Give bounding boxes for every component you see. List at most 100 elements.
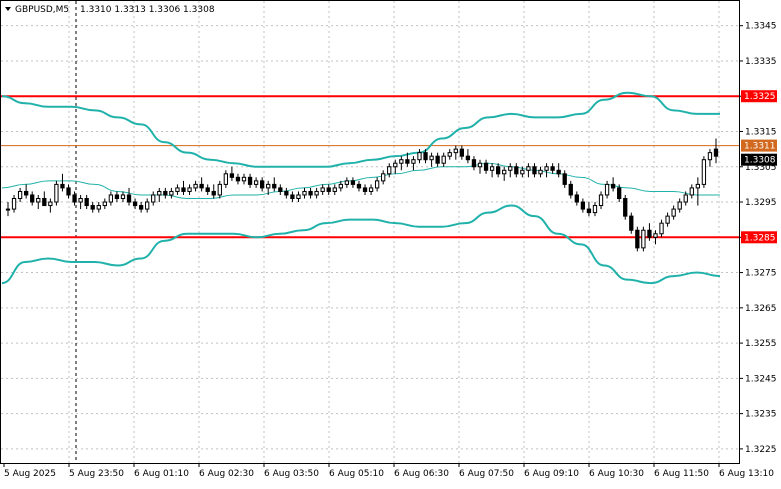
- x-tick-label: 6 Aug 13:10: [719, 469, 774, 479]
- candle-body-bull: [707, 152, 713, 161]
- candle-body-bear: [60, 183, 65, 189]
- candle-body-bear: [114, 194, 120, 199]
- candle-body-bull: [502, 169, 507, 175]
- candle-body-bull: [17, 190, 23, 199]
- price-line-badge: 1.3311: [744, 142, 776, 152]
- candle-body-bull: [338, 183, 343, 189]
- candle-body-bull: [411, 159, 416, 164]
- candle-body-bear: [629, 215, 634, 231]
- candle-body-bull: [393, 162, 398, 168]
- candle-body-bear: [24, 190, 29, 196]
- candle-body-bear: [562, 173, 567, 185]
- candle-body-bear: [308, 190, 313, 196]
- candle-body-bull: [665, 215, 670, 224]
- candle-body-bear: [132, 201, 138, 207]
- candle-body-bull: [175, 187, 180, 192]
- candle-body-bear: [586, 208, 592, 214]
- candle-body-bear: [229, 173, 235, 178]
- symbol-label: GBPUSD,M5: [15, 5, 69, 15]
- candle-body-bear: [260, 180, 265, 189]
- candle-body-bear: [90, 205, 95, 210]
- candle-body-bear: [126, 194, 132, 203]
- candle-body-bear: [326, 187, 331, 192]
- candle: [623, 194, 628, 220]
- candle-body-bull: [671, 208, 676, 217]
- candle-body-bull: [701, 159, 707, 185]
- candle-body-bull: [266, 183, 271, 189]
- candle: [629, 212, 634, 234]
- ohlc-values: 1.3310 1.3313 1.3306 1.3308: [80, 5, 215, 15]
- candle-body-bull: [5, 208, 11, 211]
- y-tick-label: 1.3265: [745, 304, 777, 314]
- level-badge: 1.3285: [744, 233, 776, 243]
- candle-body-bull: [453, 148, 458, 154]
- candle: [635, 226, 640, 252]
- candle-body-bear: [617, 187, 622, 199]
- candle-body-bear: [568, 183, 573, 196]
- candle-body-bear: [471, 159, 477, 168]
- candle-body-bear: [362, 187, 368, 192]
- candle-body-bear: [278, 187, 283, 192]
- candle-body-bear: [290, 194, 295, 199]
- candle-body-bull: [689, 187, 694, 196]
- x-tick-label: 6 Aug 01:10: [134, 469, 189, 479]
- candle-body-bear: [211, 190, 216, 196]
- time-axis[interactable]: 5 Aug 2025 5 Aug 23:50 6 Aug 01:10 6 Aug 02…: [3, 463, 774, 479]
- y-tick-label: 1.3295: [745, 198, 777, 208]
- candle-body-bull: [320, 187, 325, 192]
- candle-body-bull: [641, 229, 646, 249]
- candle-body-bull: [54, 183, 59, 203]
- y-tick-label: 1.3275: [745, 269, 777, 279]
- candle-body-bear: [635, 229, 640, 249]
- candle-body-bear: [459, 148, 464, 157]
- candle-body-bear: [284, 190, 289, 196]
- candle-body-bear: [356, 183, 362, 189]
- candle-body-bull: [695, 183, 700, 189]
- candle-body-bull: [520, 169, 525, 175]
- candle-body-bull: [151, 194, 156, 203]
- plot-area[interactable]: [0, 0, 740, 464]
- chart-window[interactable]: 1.33451.33351.33251.33151.33051.32951.32…: [0, 0, 781, 489]
- candle-body-bull: [223, 173, 228, 185]
- candle-body-bear: [580, 201, 586, 210]
- candle-body-bear: [610, 183, 616, 189]
- candle-body-bull: [344, 180, 350, 185]
- candle-body-bear: [713, 148, 719, 157]
- y-tick-label: 1.3255: [745, 339, 777, 349]
- x-tick-label: 6 Aug 03:50: [264, 469, 319, 479]
- candle-body-bull: [489, 166, 495, 171]
- candle-body-bull: [169, 190, 174, 196]
- candle-body-bull: [441, 155, 446, 164]
- candle-body-bull: [538, 169, 543, 175]
- price-chart[interactable]: 1.33451.33351.33251.33151.33051.32951.32…: [0, 0, 781, 489]
- x-tick-label: 6 Aug 06:30: [394, 469, 449, 479]
- candle-body-bull: [653, 233, 658, 238]
- candle-body-bull: [659, 222, 664, 235]
- candle-body-bull: [48, 201, 53, 207]
- candle-body-bear: [556, 169, 561, 175]
- candle-body-bear: [350, 180, 356, 185]
- bid-price-badge: 1.3308: [744, 156, 776, 166]
- y-tick-label: 1.3235: [745, 410, 777, 420]
- candle-body-bull: [241, 176, 247, 182]
- candle-body-bull: [399, 159, 404, 164]
- y-tick-label: 1.3225: [745, 445, 777, 455]
- candle: [54, 180, 59, 206]
- candle-body-bear: [465, 155, 471, 161]
- x-tick-label: 5 Aug 23:50: [69, 469, 124, 479]
- candle-body-bull: [508, 166, 513, 171]
- y-tick-label: 1.3245: [745, 374, 777, 384]
- candle-body-bull: [381, 173, 386, 182]
- candle-body-bull: [387, 166, 392, 175]
- x-tick-label: 6 Aug 11:50: [654, 469, 709, 479]
- candle-body-bull: [36, 197, 41, 203]
- candle-body-bear: [30, 194, 35, 203]
- candle-body-bull: [417, 152, 422, 161]
- candle-body-bear: [514, 166, 519, 175]
- x-tick-label: 5 Aug 2025: [4, 469, 56, 479]
- candle-body-bull: [592, 205, 598, 214]
- candle-body-bear: [574, 194, 579, 203]
- candle-body-bear: [496, 166, 501, 175]
- candle: [701, 156, 707, 188]
- candle-body-bear: [623, 197, 628, 217]
